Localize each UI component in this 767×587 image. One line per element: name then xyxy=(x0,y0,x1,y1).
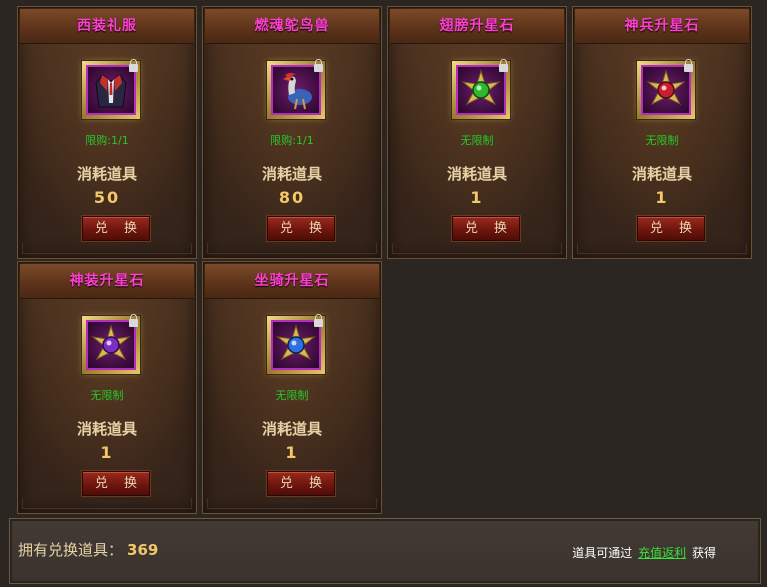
cost-value: 1 xyxy=(470,188,484,207)
hint-prefix: 道具可通过 xyxy=(572,546,633,560)
obtain-hint: 道具可通过 充值返利 获得 xyxy=(572,544,716,561)
blue-star-stone-icon xyxy=(271,320,321,370)
purchase-limit: 无限制 xyxy=(275,389,309,402)
exchange-card: 翅膀升星石 无限制 消耗道具 1 兑 换 xyxy=(387,6,567,259)
item-name: 西装礼服 xyxy=(20,9,194,44)
cost-label: 消耗道具 xyxy=(446,165,507,183)
exchange-card: 西装礼服 限购:1/1 消耗道具 50 兑 换 xyxy=(17,6,197,259)
cost-value: 1 xyxy=(285,443,299,462)
cost-value: 50 xyxy=(93,188,121,207)
exchange-card: 燃魂鸵鸟兽 限购:1/1 消耗道具 80 兑 换 xyxy=(202,6,382,259)
cost-label: 消耗道具 xyxy=(631,165,692,183)
item-name: 神装升星石 xyxy=(20,264,194,299)
item-name: 燃魂鸵鸟兽 xyxy=(205,9,379,44)
lock-icon xyxy=(314,59,323,72)
exchange-button[interactable]: 兑 换 xyxy=(82,471,150,496)
lock-icon xyxy=(129,59,138,72)
cost-label: 消耗道具 xyxy=(261,165,322,183)
purchase-limit: 限购:1/1 xyxy=(85,134,129,147)
purchase-limit: 无限制 xyxy=(460,134,494,147)
cost-value: 80 xyxy=(278,188,306,207)
exchange-card: 神装升星石 无限制 消耗道具 1 兑 换 xyxy=(17,261,197,514)
exchange-button[interactable]: 兑 换 xyxy=(452,216,520,241)
exchange-button[interactable]: 兑 换 xyxy=(82,216,150,241)
owned-items-summary: 拥有兑换道具： 369 xyxy=(18,539,158,560)
exchange-card: 坐骑升星石 无限制 消耗道具 1 兑 换 xyxy=(202,261,382,514)
red-star-stone-icon xyxy=(641,65,691,115)
footer-bar: 拥有兑换道具： 369 道具可通过 充值返利 获得 xyxy=(9,518,761,584)
purchase-limit: 无限制 xyxy=(645,134,679,147)
item-slot[interactable] xyxy=(82,314,140,374)
suit-icon xyxy=(86,65,136,115)
lock-icon xyxy=(129,314,138,327)
cost-label: 消耗道具 xyxy=(76,165,137,183)
lock-icon xyxy=(314,314,323,327)
cost-value: 1 xyxy=(100,443,114,462)
item-slot[interactable] xyxy=(267,59,325,119)
item-name: 神兵升星石 xyxy=(575,9,749,44)
owned-count: 369 xyxy=(127,541,159,559)
lock-icon xyxy=(684,59,693,72)
item-name: 翅膀升星石 xyxy=(390,9,564,44)
exchange-grid: 西装礼服 限购:1/1 消耗道具 50 兑 换 燃魂鸵鸟兽 限购:1/1 消耗道… xyxy=(0,0,767,515)
owned-label: 拥有兑换道具： xyxy=(18,541,124,559)
lock-icon xyxy=(499,59,508,72)
hint-suffix: 获得 xyxy=(691,546,716,560)
purchase-limit: 无限制 xyxy=(90,389,124,402)
ostrich-mount-icon xyxy=(271,65,321,115)
exchange-card: 神兵升星石 无限制 消耗道具 1 兑 换 xyxy=(572,6,752,259)
exchange-button[interactable]: 兑 换 xyxy=(267,216,335,241)
green-star-stone-icon xyxy=(456,65,506,115)
cost-label: 消耗道具 xyxy=(76,420,137,438)
purchase-limit: 限购:1/1 xyxy=(270,134,314,147)
item-slot[interactable] xyxy=(637,59,695,119)
recharge-rebate-link[interactable]: 充值返利 xyxy=(638,546,686,560)
cost-value: 1 xyxy=(655,188,669,207)
item-name: 坐骑升星石 xyxy=(205,264,379,299)
exchange-button[interactable]: 兑 换 xyxy=(637,216,705,241)
purple-star-stone-icon xyxy=(86,320,136,370)
item-slot[interactable] xyxy=(452,59,510,119)
exchange-button[interactable]: 兑 换 xyxy=(267,471,335,496)
cost-label: 消耗道具 xyxy=(261,420,322,438)
item-slot[interactable] xyxy=(82,59,140,119)
item-slot[interactable] xyxy=(267,314,325,374)
